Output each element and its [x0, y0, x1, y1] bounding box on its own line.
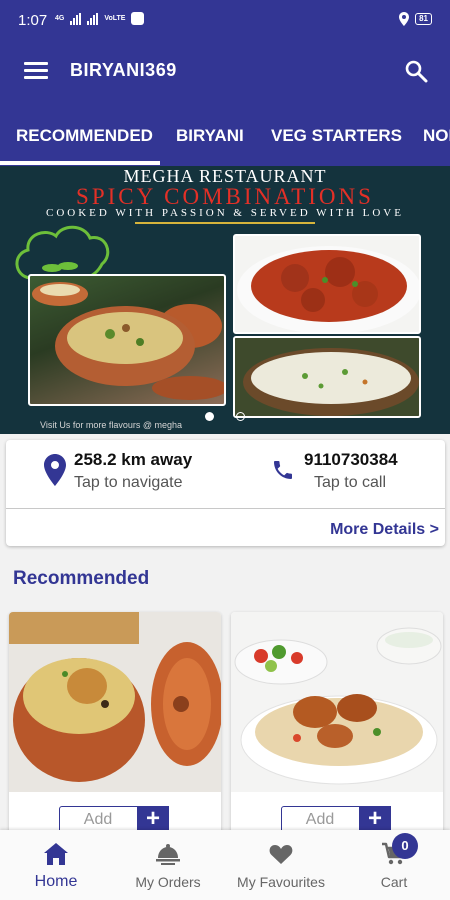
product-image-chicken-biryani [231, 612, 443, 792]
status-bar: 1:07 4G VoLTE 81 [0, 0, 450, 36]
volte-label: VoLTE [104, 15, 126, 22]
nav-home[interactable]: Home [0, 830, 112, 900]
bottom-navigation: Home My Orders My Favourites Cart [0, 830, 450, 900]
nav-my-orders-label: My Orders [135, 874, 201, 890]
distance-text[interactable]: 258.2 km away [74, 450, 192, 470]
app-title: BIRYANI369 [70, 60, 177, 80]
nav-my-favourites-label: My Favourites [237, 874, 325, 890]
add-button-label[interactable]: Add [60, 811, 136, 829]
product-card[interactable]: Add + [9, 612, 221, 842]
phone-icon[interactable] [271, 458, 295, 482]
more-details-link[interactable]: More Details > [330, 521, 439, 539]
banner-footer: Visit Us for more flavours @ megha [40, 420, 183, 430]
status-right: 81 [399, 12, 432, 26]
navigate-hint[interactable]: Tap to navigate [74, 474, 183, 492]
search-icon[interactable] [404, 58, 428, 84]
nav-cart-label: Cart [380, 874, 408, 890]
home-icon [44, 843, 68, 865]
tab-veg-starters[interactable]: VEG STARTERS [271, 126, 402, 146]
product-card[interactable]: Add + [231, 612, 443, 842]
banner-photo-rice [233, 336, 421, 418]
promo-banner[interactable]: MEGHA RESTAURANT SPICY COMBINATIONS COOK… [0, 166, 450, 434]
section-title: Recommended [13, 568, 150, 589]
carousel-dot-active[interactable] [205, 412, 214, 421]
status-time: 1:07 [18, 12, 48, 29]
category-tabs: RECOMMENDED BIRYANI VEG STARTERS NON [0, 106, 450, 166]
location-icon [399, 12, 410, 26]
banner-photo-biryani-pot [28, 274, 226, 406]
cart-count-badge: 0 [392, 833, 418, 859]
restaurant-info-card: 258.2 km away Tap to navigate 9110730384… [6, 440, 445, 546]
network-type-label: 4G [55, 15, 65, 22]
tab-biryani[interactable]: BIRYANI [176, 126, 244, 146]
whatsapp-notification-icon [131, 12, 145, 25]
banner-photo-chicken-curry [233, 234, 421, 334]
carousel-dot[interactable] [236, 412, 245, 421]
nav-my-orders[interactable]: My Orders [112, 830, 224, 900]
menu-icon[interactable] [24, 62, 48, 80]
phone-number[interactable]: 9110730384 [304, 450, 398, 470]
tab-non-veg[interactable]: NON [423, 126, 450, 146]
nav-home-label: Home [34, 873, 78, 890]
call-hint[interactable]: Tap to call [314, 474, 386, 492]
add-button-label[interactable]: Add [282, 811, 358, 829]
location-pin-icon[interactable] [44, 454, 66, 486]
product-image-biryani [9, 612, 221, 792]
serving-dish-icon [156, 844, 180, 865]
heart-icon [269, 845, 293, 864]
tab-recommended[interactable]: RECOMMENDED [16, 126, 153, 146]
app-bar: BIRYANI369 [0, 36, 450, 106]
signal-icon [70, 12, 82, 25]
nav-my-favourites[interactable]: My Favourites [225, 830, 337, 900]
status-indicators: 4G VoLTE [55, 12, 145, 25]
banner-underline [135, 222, 315, 224]
battery-icon: 81 [415, 13, 432, 25]
card-divider [6, 508, 445, 509]
signal-icon-2 [87, 12, 99, 25]
tab-indicator [0, 161, 160, 165]
